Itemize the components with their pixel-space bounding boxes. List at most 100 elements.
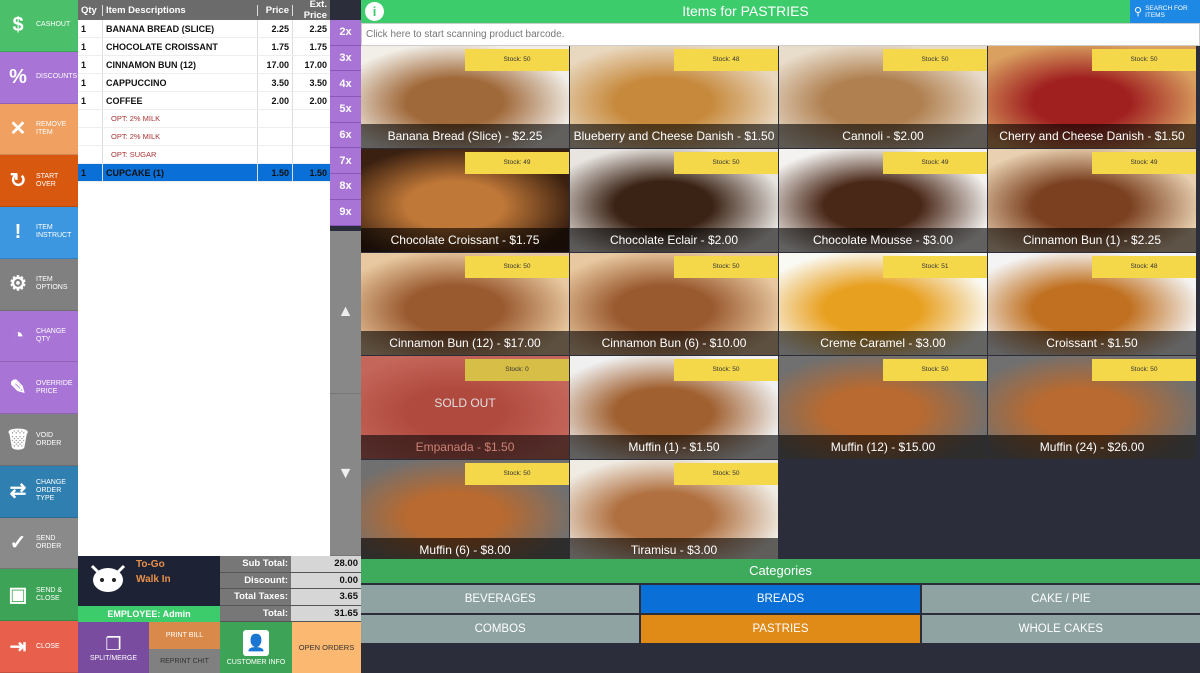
- multiplier-button[interactable]: 9x: [330, 199, 361, 226]
- items-title: Items for PASTRIES: [682, 3, 809, 19]
- category-whole-cakes[interactable]: WHOLE CAKES: [921, 615, 1200, 643]
- order-row[interactable]: OPT: SUGAR: [78, 146, 330, 164]
- sidebar-button-discounts[interactable]: % DISCOUNTS: [0, 51, 78, 104]
- sidebar-button-start-over[interactable]: ↻ START OVER: [0, 155, 78, 208]
- order-cell-ext: 3.50: [309, 77, 327, 88]
- sidebar-button-remove-item[interactable]: ✕ REMOVE ITEM: [0, 103, 78, 156]
- product-tile[interactable]: Stock: 49 Chocolate Croissant - $1.75: [361, 149, 569, 252]
- multiplier-button[interactable]: 4x: [330, 71, 361, 98]
- order-row[interactable]: 1 CAPPUCCINO 3.50 3.50: [78, 74, 330, 92]
- customer-name: Walk In: [136, 574, 171, 585]
- stock-badge: Stock: 49: [1092, 152, 1196, 175]
- stock-badge: Stock: 50: [674, 255, 778, 278]
- product-tile[interactable]: Stock: 50 Cherry and Cheese Danish - $1.5…: [988, 46, 1196, 149]
- totals-panel: Sub Total: 28.00 Discount: 0.00 Total Taxes:…: [220, 556, 361, 622]
- open-orders-button[interactable]: OPEN ORDERS: [292, 622, 361, 673]
- product-tile[interactable]: Stock: 48 Croissant - $1.50: [988, 252, 1196, 356]
- scroll-up-button[interactable]: ▲: [330, 231, 361, 394]
- order-cell-price: 1.50: [258, 164, 293, 181]
- product-tile[interactable]: Stock: 50 Cinnamon Bun (6) - $10.00: [570, 252, 778, 356]
- category-cake-pie[interactable]: CAKE / PIE: [921, 585, 1200, 613]
- order-cell-price: 3.50: [258, 74, 293, 91]
- multiplier-column: 2x 3x 4x 5x 6x 7x 8x 9x: [330, 20, 361, 226]
- product-tile[interactable]: Stock: 51 Creme Caramel - $3.00: [779, 252, 987, 356]
- product-tile[interactable]: Stock: 50 Muffin (6) - $8.00: [361, 459, 569, 562]
- category-breads[interactable]: BREADS: [641, 585, 920, 613]
- header-price: Price: [258, 4, 293, 16]
- category-combos[interactable]: COMBOS: [361, 615, 640, 643]
- order-cell-qty: 1: [78, 164, 103, 181]
- order-cell-ext: 2.25: [309, 23, 327, 34]
- items-header: i Items for PASTRIES: [361, 0, 1130, 23]
- product-tile[interactable]: Stock: 50 Cannoli - $2.00: [779, 46, 987, 149]
- order-row[interactable]: 1 CUPCAKE (1) 1.50 1.50: [78, 164, 330, 182]
- sidebar-button-item-instruct[interactable]: ! ITEM INSTRUCT: [0, 207, 78, 259]
- search-label: SEARCH FOR ITEMS: [1145, 4, 1188, 19]
- multiplier-button[interactable]: 6x: [330, 122, 361, 149]
- product-tile[interactable]: Stock: 49 Chocolate Mousse - $3.00: [779, 149, 987, 252]
- order-row[interactable]: 1 CINNAMON BUN (12) 17.00 17.00: [78, 56, 330, 74]
- order-cell-qty: 1: [78, 20, 103, 37]
- order-row[interactable]: 1 BANANA BREAD (SLICE) 2.25 2.25: [78, 20, 330, 38]
- product-tile[interactable]: Stock: 50 Tiramisu - $3.00: [570, 459, 778, 562]
- sidebar-button-label: REMOVE ITEM: [36, 120, 67, 136]
- sidebar-button-send-order[interactable]: ✓ SEND ORDER: [0, 517, 78, 570]
- order-cell-price: [258, 110, 293, 127]
- print-bill-button[interactable]: PRINT BILL: [149, 622, 220, 649]
- multiplier-button[interactable]: 7x: [330, 148, 361, 175]
- category-beverages[interactable]: BEVERAGES: [361, 585, 640, 613]
- totals-label: Total:: [220, 605, 291, 621]
- sidebar-button-change-qty[interactable]: ◔ CHANGE QTY: [0, 310, 78, 363]
- split-merge-button[interactable]: ❐ SPLIT/MERGE: [78, 622, 149, 673]
- split-label: SPLIT/MERGE: [89, 654, 138, 662]
- stock-badge: Stock: 50: [674, 152, 778, 175]
- category-pastries[interactable]: PASTRIES: [641, 615, 920, 643]
- product-name: Cinnamon Bun (12) - $17.00: [361, 331, 569, 356]
- reprint-chit-button[interactable]: REPRINT CHIT: [149, 649, 220, 673]
- sidebar-button-override-price[interactable]: ✎ OVERRIDE PRICE: [0, 362, 78, 415]
- product-name: Cinnamon Bun (1) - $2.25: [988, 227, 1196, 252]
- order-cell-qty: 1: [78, 92, 103, 109]
- sidebar-button-change-order-type[interactable]: ⇄ CHANGE ORDER TYPE: [0, 465, 78, 518]
- multiplier-button[interactable]: 8x: [330, 174, 361, 200]
- percent-icon: %: [9, 66, 27, 89]
- product-tile[interactable]: Stock: 50 Muffin (24) - $26.00: [988, 356, 1196, 459]
- order-row[interactable]: OPT: 2% MILK: [78, 128, 330, 146]
- customer-panel[interactable]: To-Go Walk In: [78, 556, 220, 606]
- product-tile[interactable]: Stock: 49 Cinnamon Bun (1) - $2.25: [988, 149, 1196, 252]
- product-tile[interactable]: Stock: 50 Banana Bread (Slice) - $2.25: [361, 46, 569, 149]
- customer-info-button[interactable]: 👤 CUSTOMER INFO: [220, 622, 292, 673]
- stock-badge: Stock: 50: [465, 49, 569, 71]
- info-icon[interactable]: i: [365, 2, 384, 21]
- product-name: Muffin (1) - $1.50: [570, 434, 778, 459]
- order-row[interactable]: 1 CHOCOLATE CROISSANT 1.75 1.75: [78, 38, 330, 56]
- sidebar-button-close[interactable]: ⇥ CLOSE: [0, 621, 78, 673]
- sidebar-button-void-order[interactable]: 🗑 VOID ORDER: [0, 414, 78, 466]
- sidebar-button-item-options[interactable]: ⚙ ITEM OPTIONS: [0, 258, 78, 311]
- product-tile[interactable]: Stock: 50 Cinnamon Bun (12) - $17.00: [361, 252, 569, 356]
- barcode-scan-input[interactable]: Click here to start scanning product bar…: [361, 23, 1200, 46]
- multiplier-button[interactable]: 5x: [330, 97, 361, 123]
- sidebar-button-cashout[interactable]: $ CASHOUT: [0, 0, 78, 52]
- search-items-button[interactable]: ⚲ SEARCH FOR ITEMS: [1130, 0, 1200, 23]
- product-name: Muffin (24) - $26.00: [988, 434, 1196, 459]
- product-tile[interactable]: Stock: 48 Blueberry and Cheese Danish - $…: [570, 46, 778, 149]
- print-label: PRINT BILL: [165, 632, 204, 639]
- sidebar-button-send-close[interactable]: ▣ SEND & CLOSE: [0, 569, 78, 622]
- product-tile[interactable]: Stock: 50 Muffin (12) - $15.00: [779, 356, 987, 459]
- scroll-down-button[interactable]: ▼: [330, 394, 361, 556]
- order-row[interactable]: OPT: 2% MILK: [78, 110, 330, 128]
- order-cell-qty: 1: [78, 56, 103, 73]
- multiplier-button[interactable]: 3x: [330, 45, 361, 72]
- product-tile[interactable]: Stock: 50 Chocolate Eclair - $2.00: [570, 149, 778, 252]
- product-name: Chocolate Eclair - $2.00: [570, 227, 778, 252]
- multiplier-button[interactable]: 2x: [330, 20, 361, 46]
- order-row[interactable]: 1 COFFEE 2.00 2.00: [78, 92, 330, 110]
- categories-title: Categories: [361, 559, 1200, 583]
- copy-icon: ❐: [105, 633, 122, 654]
- totals-label: Sub Total:: [220, 556, 291, 572]
- order-cell-price: 2.00: [258, 92, 293, 109]
- product-tile[interactable]: Stock: 50 Muffin (1) - $1.50: [570, 356, 778, 459]
- totals-value: 31.65: [291, 605, 361, 621]
- product-tile[interactable]: SOLD OUT Stock: 0 Empanada - $1.50: [361, 356, 569, 459]
